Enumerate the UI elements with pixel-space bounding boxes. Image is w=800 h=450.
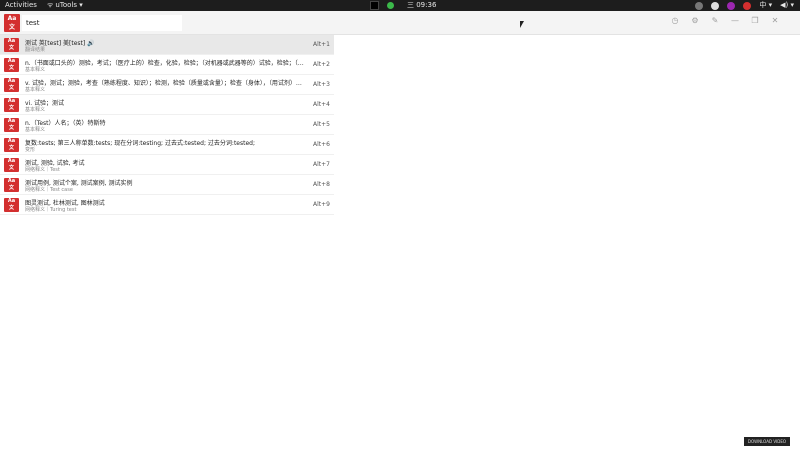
result-hotkey: Alt+5	[313, 121, 330, 128]
result-list: Aa 文测试 英[test] 美[test] 🔊 翻译结果 Alt+1 Aa 文 n.（书面…	[0, 35, 334, 215]
result-row[interactable]: Aa 文图灵测试, 杜林测试, 图林测试 网络释义｜Turing test Alt+9	[0, 195, 334, 215]
translate-result-icon: Aa 文	[4, 58, 19, 72]
translate-result-icon: Aa 文	[4, 178, 19, 192]
result-row[interactable]: Aa 文 v. 试验，测试；测验，考查（熟练程度、知识）；检测，检验（质量或含量）；…	[0, 75, 334, 95]
result-hotkey: Alt+1	[313, 41, 330, 48]
result-hotkey: Alt+6	[313, 141, 330, 148]
close-icon[interactable]: ✕	[770, 16, 780, 26]
translate-result-icon: Aa 文	[4, 98, 19, 112]
result-sub-text: 基本释义	[25, 67, 46, 73]
translate-result-icon: Aa 文	[4, 118, 19, 132]
result-row[interactable]: Aa 文 n.（书面或口头的）测验，考试；（医疗上的）检查，化验，检验；（对机器或武…	[0, 55, 334, 75]
input-method-icon[interactable]: 中 ▾	[759, 0, 772, 11]
screen-capture-icon[interactable]	[370, 1, 379, 10]
translate-result-icon: Aa 文	[4, 198, 19, 212]
tray-utools-icon[interactable]	[743, 1, 752, 10]
translate-result-icon: Aa 文	[4, 138, 19, 152]
wifi-icon: ᯤ	[46, 1, 54, 9]
clock[interactable]: 三 09:36	[407, 0, 436, 11]
result-hotkey: Alt+4	[313, 101, 330, 108]
tray-app-icon[interactable]	[695, 1, 704, 10]
result-hotkey: Alt+9	[313, 201, 330, 208]
tray-face-icon[interactable]	[711, 1, 720, 10]
search-input[interactable]	[22, 15, 182, 31]
history-icon[interactable]: ◷	[670, 16, 680, 26]
activities-button[interactable]: Activities	[5, 0, 37, 11]
result-row[interactable]: Aa 文复数:tests; 第三人称单数:tests; 现在分词:testing;…	[0, 135, 334, 155]
wechat-icon[interactable]	[387, 2, 394, 9]
minimize-icon[interactable]: —	[730, 16, 740, 26]
result-row[interactable]: Aa 文测试用例, 测试个案, 测试案例, 测试实例 网络释义｜Test case A…	[0, 175, 334, 195]
system-top-bar: Activities ᯤ uTools ▾ 三 09:36 中 ▾ ◀) ▾	[0, 0, 800, 11]
utools-search-bar: Aa文 ◷ ⚙ ✎ — ❐ ✕	[0, 11, 800, 35]
volume-icon[interactable]: ◀) ▾	[780, 0, 794, 11]
mouse-cursor	[520, 21, 524, 28]
result-row[interactable]: Aa 文测试, 测验, 试验, 考试 网络释义｜Test Alt+7	[0, 155, 334, 175]
result-sub-text: 网络释义｜Test case	[25, 187, 73, 193]
translate-result-icon: Aa 文	[4, 38, 19, 52]
settings-icon[interactable]: ⚙	[690, 16, 700, 26]
result-row[interactable]: Aa 文测试 英[test] 美[test] 🔊 翻译结果 Alt+1	[0, 35, 334, 55]
result-sub-text: 网络释义｜Test	[25, 167, 60, 173]
restore-icon[interactable]: ❐	[750, 16, 760, 26]
result-row[interactable]: Aa 文 vi. 试验；测试 基本释义 Alt+4	[0, 95, 334, 115]
translate-app-logo: Aa 文	[4, 14, 20, 32]
result-sub-text: 网络释义｜Turing test	[25, 207, 77, 213]
result-hotkey: Alt+8	[313, 181, 330, 188]
result-hotkey: Alt+7	[313, 161, 330, 168]
pin-icon[interactable]: ✎	[710, 16, 720, 26]
result-sub-text: 基本释义	[25, 107, 46, 113]
tray-color-icon[interactable]	[727, 1, 736, 10]
result-sub-text: 基本释义	[25, 87, 46, 93]
result-row[interactable]: Aa 文 n.（Test）人名；（英）特斯特 基本释义 Alt+5	[0, 115, 334, 135]
translate-result-icon: Aa 文	[4, 78, 19, 92]
result-hotkey: Alt+2	[313, 61, 330, 68]
translate-result-icon: Aa 文	[4, 158, 19, 172]
app-menu[interactable]: ᯤ uTools ▾	[47, 0, 83, 11]
result-sub-text: 翻译结果	[25, 47, 46, 53]
download-video-badge[interactable]: DOWNLOAD VIDEO	[743, 437, 790, 446]
result-sub-text: 变形	[25, 147, 36, 153]
result-sub-text: 基本释义	[25, 127, 46, 133]
result-hotkey: Alt+3	[313, 81, 330, 88]
